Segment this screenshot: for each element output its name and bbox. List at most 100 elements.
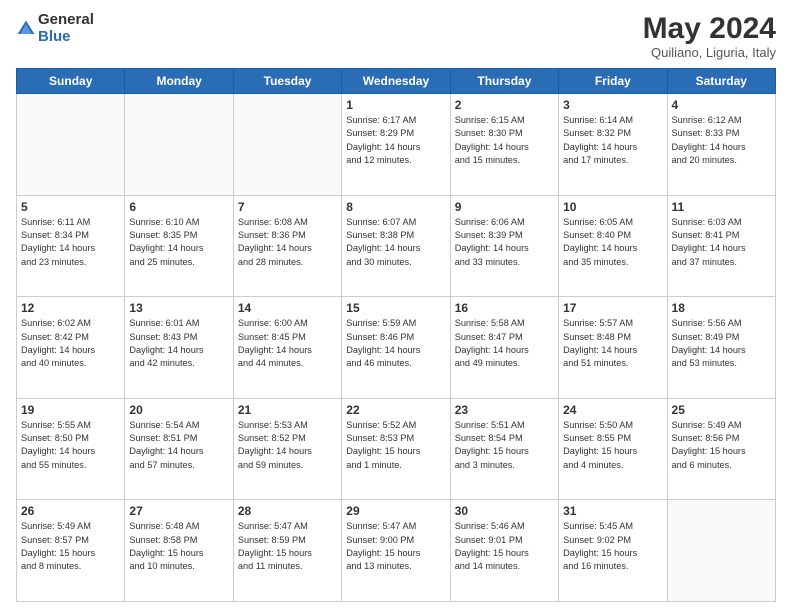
day-info: Sunrise: 6:01 AMSunset: 8:43 PMDaylight:…: [129, 317, 228, 370]
table-row: [233, 94, 341, 196]
day-number: 16: [455, 301, 554, 315]
table-row: 4 Sunrise: 6:12 AMSunset: 8:33 PMDaylight…: [667, 94, 775, 196]
table-row: 30 Sunrise: 5:46 AMSunset: 9:01 PMDayligh…: [450, 500, 558, 602]
table-row: 3 Sunrise: 6:14 AMSunset: 8:32 PMDaylight…: [559, 94, 667, 196]
table-row: 19 Sunrise: 5:55 AMSunset: 8:50 PMDayligh…: [17, 398, 125, 500]
day-number: 19: [21, 403, 120, 417]
day-info: Sunrise: 5:58 AMSunset: 8:47 PMDaylight:…: [455, 317, 554, 370]
table-row: 26 Sunrise: 5:49 AMSunset: 8:57 PMDayligh…: [17, 500, 125, 602]
table-row: [125, 94, 233, 196]
day-info: Sunrise: 5:54 AMSunset: 8:51 PMDaylight:…: [129, 419, 228, 472]
table-row: 22 Sunrise: 5:52 AMSunset: 8:53 PMDayligh…: [342, 398, 450, 500]
day-info: Sunrise: 6:11 AMSunset: 8:34 PMDaylight:…: [21, 216, 120, 269]
day-number: 11: [672, 200, 771, 214]
day-number: 12: [21, 301, 120, 315]
table-row: 28Sunrise: 5:47 AMSunset: 8:59 PMDayligh…: [233, 500, 341, 602]
calendar-header-row: Sunday Monday Tuesday Wednesday Thursday…: [17, 69, 776, 94]
day-info: Sunrise: 6:15 AMSunset: 8:30 PMDaylight:…: [455, 114, 554, 167]
day-number: 1: [346, 98, 445, 112]
day-info: Sunrise: 5:55 AMSunset: 8:50 PMDaylight:…: [21, 419, 120, 472]
day-info: Sunrise: 6:02 AMSunset: 8:42 PMDaylight:…: [21, 317, 120, 370]
logo: General Blue: [16, 12, 94, 45]
day-number: 25: [672, 403, 771, 417]
calendar-week-row: 26 Sunrise: 5:49 AMSunset: 8:57 PMDayligh…: [17, 500, 776, 602]
day-number: 31: [563, 504, 662, 518]
day-number: 22: [346, 403, 445, 417]
col-friday: Friday: [559, 69, 667, 94]
day-number: 21: [238, 403, 337, 417]
table-row: 11 Sunrise: 6:03 AMSunset: 8:41 PMDayligh…: [667, 195, 775, 297]
day-number: 5: [21, 200, 120, 214]
day-number: 23: [455, 403, 554, 417]
day-info: Sunrise: 5:48 AMSunset: 8:58 PMDaylight:…: [129, 520, 228, 573]
calendar-table: Sunday Monday Tuesday Wednesday Thursday…: [16, 68, 776, 602]
day-info: Sunrise: 5:52 AMSunset: 8:53 PMDaylight:…: [346, 419, 445, 472]
day-info: Sunrise: 5:49 AMSunset: 8:57 PMDaylight:…: [21, 520, 120, 573]
col-monday: Monday: [125, 69, 233, 94]
day-info: Sunrise: 6:12 AMSunset: 8:33 PMDaylight:…: [672, 114, 771, 167]
month-title: May 2024: [643, 12, 776, 45]
calendar-week-row: 19 Sunrise: 5:55 AMSunset: 8:50 PMDayligh…: [17, 398, 776, 500]
table-row: 6Sunrise: 6:10 AMSunset: 8:35 PMDaylight…: [125, 195, 233, 297]
table-row: 15 Sunrise: 5:59 AMSunset: 8:46 PMDayligh…: [342, 297, 450, 399]
table-row: 7 Sunrise: 6:08 AMSunset: 8:36 PMDaylight…: [233, 195, 341, 297]
calendar-week-row: 1Sunrise: 6:17 AMSunset: 8:29 PMDaylight…: [17, 94, 776, 196]
table-row: 16 Sunrise: 5:58 AMSunset: 8:47 PMDayligh…: [450, 297, 558, 399]
day-info: Sunrise: 5:47 AMSunset: 9:00 PMDaylight:…: [346, 520, 445, 573]
table-row: 8 Sunrise: 6:07 AMSunset: 8:38 PMDaylight…: [342, 195, 450, 297]
day-info: Sunrise: 6:00 AMSunset: 8:45 PMDaylight:…: [238, 317, 337, 370]
table-row: [667, 500, 775, 602]
col-saturday: Saturday: [667, 69, 775, 94]
day-info: Sunrise: 5:59 AMSunset: 8:46 PMDaylight:…: [346, 317, 445, 370]
day-number: 15: [346, 301, 445, 315]
logo-blue: Blue: [38, 28, 71, 45]
table-row: 27 Sunrise: 5:48 AMSunset: 8:58 PMDayligh…: [125, 500, 233, 602]
day-info: Sunrise: 5:45 AMSunset: 9:02 PMDaylight:…: [563, 520, 662, 573]
day-number: 18: [672, 301, 771, 315]
col-thursday: Thursday: [450, 69, 558, 94]
day-info: Sunrise: 5:50 AMSunset: 8:55 PMDaylight:…: [563, 419, 662, 472]
day-number: 10: [563, 200, 662, 214]
day-info: Sunrise: 6:14 AMSunset: 8:32 PMDaylight:…: [563, 114, 662, 167]
logo-general: General: [38, 11, 94, 28]
col-wednesday: Wednesday: [342, 69, 450, 94]
day-number: 6: [129, 200, 228, 214]
day-info: Sunrise: 6:05 AMSunset: 8:40 PMDaylight:…: [563, 216, 662, 269]
table-row: [17, 94, 125, 196]
logo-text: General Blue: [38, 12, 94, 45]
day-info: Sunrise: 5:51 AMSunset: 8:54 PMDaylight:…: [455, 419, 554, 472]
table-row: 13 Sunrise: 6:01 AMSunset: 8:43 PMDayligh…: [125, 297, 233, 399]
table-row: 9 Sunrise: 6:06 AMSunset: 8:39 PMDaylight…: [450, 195, 558, 297]
table-row: 14 Sunrise: 6:00 AMSunset: 8:45 PMDayligh…: [233, 297, 341, 399]
logo-icon: [16, 19, 36, 39]
location-subtitle: Quiliano, Liguria, Italy: [643, 45, 776, 60]
day-number: 14: [238, 301, 337, 315]
table-row: 21 Sunrise: 5:53 AMSunset: 8:52 PMDayligh…: [233, 398, 341, 500]
day-number: 27: [129, 504, 228, 518]
table-row: 31 Sunrise: 5:45 AMSunset: 9:02 PMDayligh…: [559, 500, 667, 602]
day-number: 4: [672, 98, 771, 112]
day-info: Sunrise: 6:06 AMSunset: 8:39 PMDaylight:…: [455, 216, 554, 269]
calendar-week-row: 12 Sunrise: 6:02 AMSunset: 8:42 PMDayligh…: [17, 297, 776, 399]
day-number: 20: [129, 403, 228, 417]
header: General Blue May 2024 Quiliano, Liguria,…: [16, 12, 776, 60]
day-info: Sunrise: 6:07 AMSunset: 8:38 PMDaylight:…: [346, 216, 445, 269]
day-number: 13: [129, 301, 228, 315]
day-number: 7: [238, 200, 337, 214]
day-info: Sunrise: 5:53 AMSunset: 8:52 PMDaylight:…: [238, 419, 337, 472]
table-row: 25 Sunrise: 5:49 AMSunset: 8:56 PMDayligh…: [667, 398, 775, 500]
day-number: 9: [455, 200, 554, 214]
day-number: 2: [455, 98, 554, 112]
table-row: 20 Sunrise: 5:54 AMSunset: 8:51 PMDayligh…: [125, 398, 233, 500]
day-number: 26: [21, 504, 120, 518]
day-number: 30: [455, 504, 554, 518]
day-info: Sunrise: 6:08 AMSunset: 8:36 PMDaylight:…: [238, 216, 337, 269]
day-number: 3: [563, 98, 662, 112]
day-info: Sunrise: 6:03 AMSunset: 8:41 PMDaylight:…: [672, 216, 771, 269]
day-info: Sunrise: 5:46 AMSunset: 9:01 PMDaylight:…: [455, 520, 554, 573]
day-number: 28: [238, 504, 337, 518]
day-info: Sunrise: 5:49 AMSunset: 8:56 PMDaylight:…: [672, 419, 771, 472]
table-row: 29Sunrise: 5:47 AMSunset: 9:00 PMDayligh…: [342, 500, 450, 602]
day-number: 8: [346, 200, 445, 214]
table-row: 23 Sunrise: 5:51 AMSunset: 8:54 PMDayligh…: [450, 398, 558, 500]
